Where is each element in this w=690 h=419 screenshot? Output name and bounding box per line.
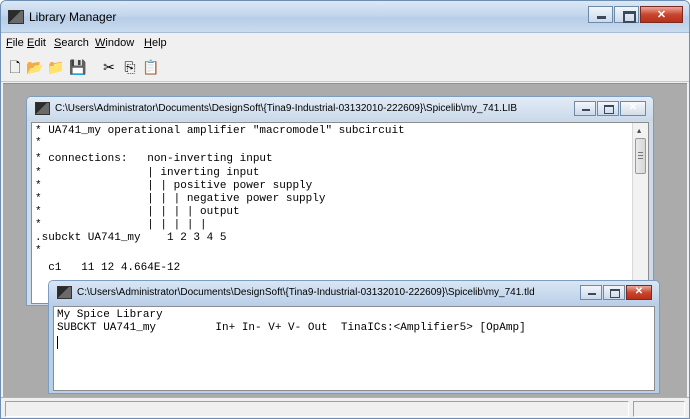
lib-window-title-bar[interactable]: C:\Users\Administrator\Documents\DesignS…: [27, 97, 653, 121]
menu-bar: File Edit Search Window Help: [1, 34, 689, 52]
paste-icon: 📋: [142, 59, 160, 75]
minimize-button[interactable]: [588, 6, 613, 23]
tld-line: My Spice Library: [57, 309, 163, 321]
scroll-thumb[interactable]: [635, 138, 646, 174]
text-caret: [57, 336, 58, 349]
paste-button[interactable]: 📋: [142, 59, 160, 75]
lib-line: * | | | | output: [35, 206, 240, 218]
tld-editor[interactable]: My Spice Library SUBCKT UA741_my In+ In-…: [53, 306, 655, 391]
scroll-up-icon[interactable]: ▲: [637, 126, 641, 138]
lib-window-icon: [35, 102, 50, 115]
tld-window-icon: [57, 286, 72, 299]
toolbar: 🗋 📂 📁 💾 ✂ ⎘ 📋: [1, 52, 689, 82]
close-button[interactable]: [640, 6, 683, 23]
cut-button[interactable]: ✂: [100, 59, 118, 75]
cut-icon: ✂: [103, 59, 115, 75]
new-button[interactable]: 🗋: [6, 59, 24, 75]
status-pane-main: [5, 401, 629, 417]
tld-file-window: C:\Users\Administrator\Documents\DesignS…: [48, 280, 660, 394]
title-bar[interactable]: Library Manager: [1, 1, 689, 33]
tld-window-title-bar[interactable]: C:\Users\Administrator\Documents\DesignS…: [49, 281, 659, 305]
maximize-button[interactable]: [614, 6, 639, 23]
tld-close-button[interactable]: [626, 285, 652, 300]
lib-maximize-button[interactable]: [597, 101, 619, 116]
mdi-workspace: C:\Users\Administrator\Documents\DesignS…: [3, 83, 687, 397]
library-manager-window: Library Manager File Edit Search Window …: [0, 0, 690, 419]
lib-file-window: C:\Users\Administrator\Documents\DesignS…: [26, 96, 654, 306]
tld-line: SUBCKT UA741_my In+ In- V+ V- Out TinaIC…: [57, 322, 526, 334]
lib-line: *: [35, 245, 42, 257]
save-icon: 💾: [69, 59, 87, 75]
status-pane-right: [633, 401, 685, 417]
lib-line: * connections: non-inverting input: [35, 153, 273, 165]
menu-help[interactable]: Help: [144, 37, 167, 49]
open-library-button[interactable]: 📁: [47, 59, 65, 75]
lib-line: * UA741_my operational amplifier "macrom…: [35, 125, 405, 137]
tld-minimize-button[interactable]: [580, 285, 602, 300]
open-folder-icon: 📂: [26, 59, 44, 75]
copy-button[interactable]: ⎘: [121, 59, 139, 75]
status-bar: [1, 397, 689, 418]
lib-line: c1 11 12 4.664E-12: [35, 262, 181, 274]
grip-icon: [638, 152, 643, 159]
lib-line: * | | positive power supply: [35, 180, 313, 192]
lib-line: .subckt UA741_my 1 2 3 4 5: [35, 232, 227, 244]
menu-search[interactable]: Search: [54, 37, 89, 49]
tld-window-title: C:\Users\Administrator\Documents\DesignS…: [77, 287, 535, 298]
menu-file[interactable]: File: [6, 37, 24, 49]
new-icon: 🗋: [9, 59, 21, 75]
window-title: Library Manager: [29, 10, 117, 24]
app-icon: [8, 10, 24, 24]
lib-line: * | | | negative power supply: [35, 193, 326, 205]
lib-minimize-button[interactable]: [574, 101, 596, 116]
save-button[interactable]: 💾: [69, 59, 87, 75]
lib-editor[interactable]: * UA741_my operational amplifier "macrom…: [31, 122, 649, 304]
lib-close-button[interactable]: [620, 101, 646, 116]
lib-line: * | inverting input: [35, 167, 260, 179]
tld-maximize-button[interactable]: [603, 285, 625, 300]
lib-window-title: C:\Users\Administrator\Documents\DesignS…: [55, 103, 518, 114]
open-button[interactable]: 📂: [26, 59, 44, 75]
lib-line: *: [35, 137, 42, 149]
menu-edit[interactable]: Edit: [27, 37, 46, 49]
menu-window[interactable]: Window: [95, 37, 134, 49]
copy-icon: ⎘: [124, 59, 136, 75]
lib-vertical-scrollbar[interactable]: ▲: [632, 123, 648, 303]
lib-line: * | | | | |: [35, 219, 207, 231]
open-library-icon: 📁: [47, 59, 65, 75]
